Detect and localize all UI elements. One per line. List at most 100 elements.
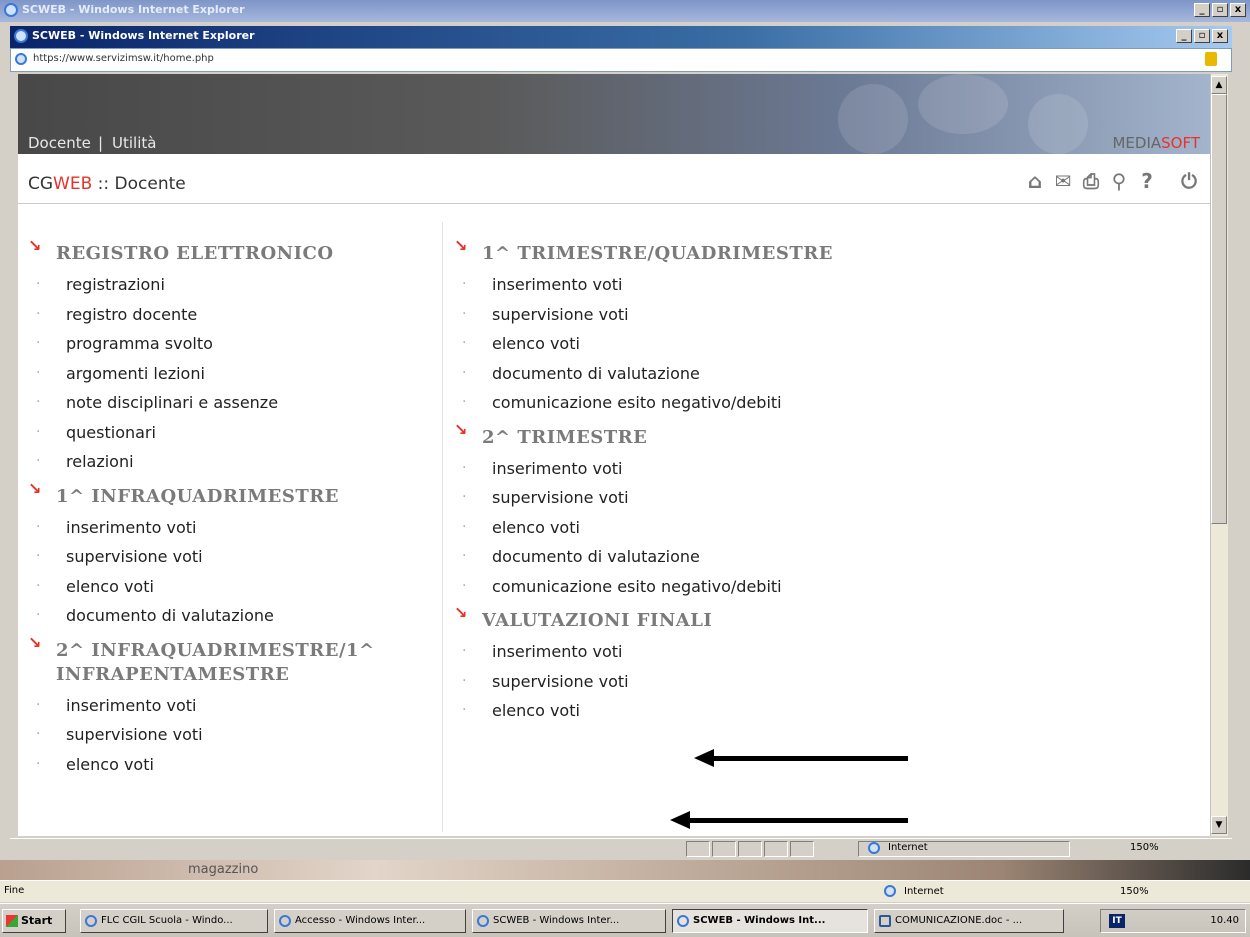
menu-item-link[interactable]: inserimento voti (492, 642, 622, 661)
menu-item-link[interactable]: documento di valutazione (492, 364, 700, 383)
address-bar[interactable]: https://www.servizimsw.it/home.php (10, 48, 1232, 72)
menu-item[interactable]: · elenco voti (444, 513, 844, 543)
menu-item[interactable]: · questionari (18, 418, 418, 448)
taskbar-item[interactable]: SCWEB - Windows Inter... (472, 909, 666, 933)
menu-item-link[interactable]: inserimento voti (66, 696, 196, 715)
scroll-up-button[interactable]: ▲ (1211, 76, 1227, 94)
bullet-icon: · (462, 459, 467, 476)
menu-item-link[interactable]: supervisione voti (66, 725, 203, 744)
mail-icon[interactable]: ✉ (1052, 170, 1074, 192)
search-icon[interactable]: ⚲ (1108, 170, 1130, 192)
bullet-icon: · (462, 548, 467, 564)
menu-item[interactable]: · documento di valutazione (18, 601, 418, 631)
ie-icon (279, 915, 291, 927)
zoom-level[interactable]: 150% (1130, 842, 1159, 853)
bullet-icon: · (36, 453, 41, 469)
menu-item[interactable]: · relazioni (18, 447, 418, 477)
taskbar-item[interactable]: Accesso - Windows Inter... (274, 909, 466, 933)
menu-item-link[interactable]: argomenti lezioni (66, 364, 205, 383)
outer-window-titlebar[interactable]: SCWEB - Windows Internet Explorer _ ▫ x (0, 0, 1250, 22)
clock[interactable]: 10.40 (1210, 915, 1239, 926)
menu-item-link[interactable]: programma svolto (66, 334, 213, 353)
restore-button[interactable]: ▫ (1194, 29, 1210, 43)
zoom-level[interactable]: 150% (1120, 886, 1149, 897)
menu-item[interactable]: · supervisione voti (444, 483, 844, 513)
scroll-thumb[interactable] (1211, 94, 1227, 524)
bullet-icon: · (36, 276, 41, 292)
bullet-icon: · (462, 672, 467, 689)
menu-item[interactable]: · inserimento voti (444, 637, 844, 667)
menu-item-link[interactable]: inserimento voti (492, 459, 622, 478)
menu-item-link[interactable]: supervisione voti (492, 488, 629, 507)
menu-item[interactable]: · supervisione voti (444, 667, 844, 697)
menu-item[interactable]: · supervisione voti (444, 300, 844, 330)
menu-item-link[interactable]: documento di valutazione (66, 606, 274, 625)
menu-item-link[interactable]: supervisione voti (66, 547, 203, 566)
menu-item[interactable]: · elenco voti (18, 572, 418, 602)
minimize-button[interactable]: _ (1176, 29, 1192, 43)
toolbar: ⌂ ✉ ⎙ ⚲ ? ⏻ (1024, 170, 1200, 192)
nav-docente-link[interactable]: Docente (28, 134, 91, 152)
menu-item[interactable]: · documento di valutazione (444, 542, 844, 572)
menu-item-link[interactable]: elenco voti (492, 518, 580, 537)
section-arrow-icon: ↘ (454, 236, 468, 255)
menu-item[interactable]: · inserimento voti (444, 454, 844, 484)
menu-item-link[interactable]: registro docente (66, 305, 197, 324)
menu-item[interactable]: · inserimento voti (444, 270, 844, 300)
taskbar-item[interactable]: COMUNICAZIONE.doc - ... (874, 909, 1064, 933)
menu-item[interactable]: · note disciplinari e assenze (18, 388, 418, 418)
menu-item-link[interactable]: elenco voti (492, 701, 580, 720)
menu-item[interactable]: · comunicazione esito negativo/debiti (444, 388, 844, 418)
menu-item[interactable]: · elenco voti (18, 750, 418, 780)
menu-item-link[interactable]: supervisione voti (492, 305, 629, 324)
power-icon[interactable]: ⏻ (1178, 170, 1200, 192)
menu-item-link[interactable]: questionari (66, 423, 156, 442)
close-button[interactable]: x (1212, 29, 1228, 43)
taskbar-item-active[interactable]: SCWEB - Windows Int... (672, 909, 868, 933)
menu-item[interactable]: · elenco voti (444, 696, 844, 726)
menu-item-link[interactable]: elenco voti (66, 577, 154, 596)
menu-item[interactable]: · programma svolto (18, 329, 418, 359)
menu-item[interactable]: · inserimento voti (18, 513, 418, 543)
menu-item-link[interactable]: relazioni (66, 452, 134, 471)
taskbar-item[interactable]: FLC CGIL Scuola - Windo... (80, 909, 268, 933)
home-icon[interactable]: ⌂ (1024, 170, 1046, 192)
menu-item-link[interactable]: inserimento voti (66, 518, 196, 537)
address-url[interactable]: https://www.servizimsw.it/home.php (33, 53, 214, 64)
menu-item-link[interactable]: comunicazione esito negativo/debiti (492, 393, 782, 412)
restore-button[interactable]: ▫ (1212, 3, 1228, 17)
bullet-icon: · (36, 577, 41, 594)
menu-item[interactable]: · argomenti lezioni (18, 359, 418, 389)
start-button[interactable]: Start (2, 909, 66, 933)
bullet-icon: · (36, 726, 41, 742)
nav-utilita-link[interactable]: Utilità (112, 134, 156, 152)
lock-icon[interactable] (1205, 52, 1217, 66)
menu-item-link[interactable]: note disciplinari e assenze (66, 393, 278, 412)
minimize-button[interactable]: _ (1194, 3, 1210, 17)
menu-item-link[interactable]: elenco voti (66, 755, 154, 774)
menu-item[interactable]: · registro docente (18, 300, 418, 330)
menu-item[interactable]: · inserimento voti (18, 691, 418, 721)
menu-item[interactable]: · elenco voti (444, 329, 844, 359)
menu-item-link[interactable]: registrazioni (66, 275, 165, 294)
menu-item-link[interactable]: elenco voti (492, 334, 580, 353)
outer-window-title: SCWEB - Windows Internet Explorer (22, 3, 245, 16)
close-button[interactable]: x (1230, 3, 1246, 17)
language-indicator[interactable]: IT (1109, 914, 1125, 928)
web-page: Docente | Utilità MEDIASOFT CGWEB :: Doc… (18, 74, 1210, 836)
scroll-down-button[interactable]: ▼ (1211, 816, 1227, 834)
menu-item-link[interactable]: documento di valutazione (492, 547, 700, 566)
bullet-icon: · (462, 577, 467, 594)
menu-item[interactable]: · comunicazione esito negativo/debiti (444, 572, 844, 602)
help-icon[interactable]: ? (1136, 170, 1158, 192)
menu-item[interactable]: · registrazioni (18, 270, 418, 300)
print-icon[interactable]: ⎙ (1080, 170, 1102, 192)
inner-window-titlebar[interactable]: SCWEB - Windows Internet Explorer _ ▫ x (10, 26, 1232, 48)
menu-item-link[interactable]: comunicazione esito negativo/debiti (492, 577, 782, 596)
menu-item[interactable]: · documento di valutazione (444, 359, 844, 389)
menu-item-link[interactable]: supervisione voti (492, 672, 629, 691)
menu-item-link[interactable]: inserimento voti (492, 275, 622, 294)
menu-item[interactable]: · supervisione voti (18, 542, 418, 572)
app-title-web: WEB (53, 174, 93, 194)
menu-item[interactable]: · supervisione voti (18, 720, 418, 750)
